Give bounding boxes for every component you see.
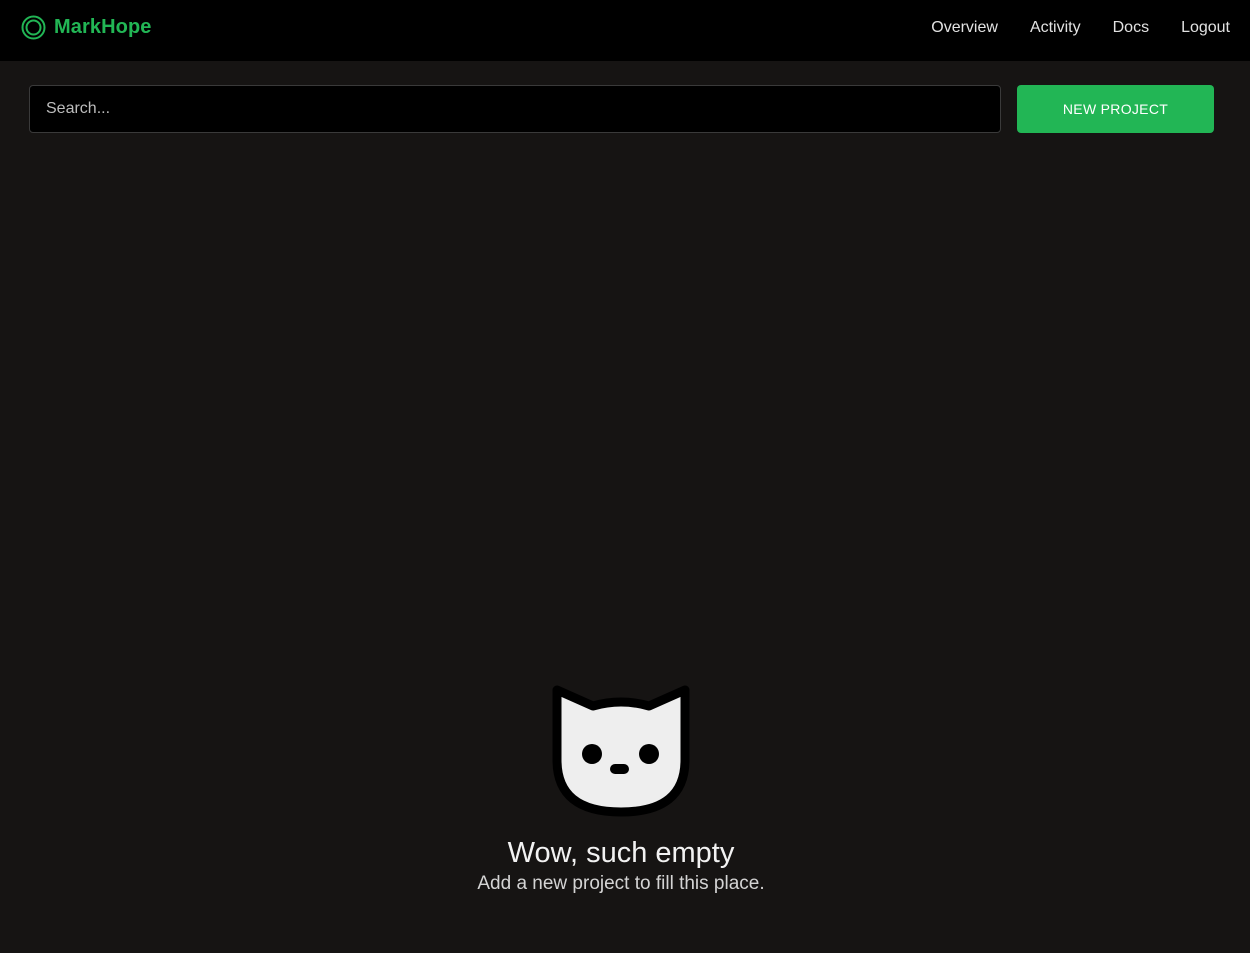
new-project-button[interactable]: NEW PROJECT — [1017, 85, 1214, 133]
top-navbar: MarkHope Overview Activity Docs Logout — [0, 0, 1250, 61]
ring-logo-icon — [21, 15, 46, 39]
empty-state: Wow, such empty Add a new project to fil… — [0, 684, 1242, 896]
nav-activity[interactable]: Activity — [1030, 18, 1081, 38]
brand-link[interactable]: MarkHope — [21, 14, 152, 40]
main-nav: Overview Activity Docs Logout — [931, 18, 1230, 38]
search-input[interactable] — [29, 85, 1001, 133]
empty-state-subtitle: Add a new project to fill this place. — [477, 873, 765, 894]
empty-state-title: Wow, such empty — [507, 837, 735, 869]
nav-docs[interactable]: Docs — [1113, 18, 1149, 38]
nav-overview[interactable]: Overview — [931, 18, 998, 38]
cat-face-icon — [552, 685, 690, 817]
brand-name: MarkHope — [54, 15, 152, 38]
nav-logout[interactable]: Logout — [1181, 18, 1230, 38]
